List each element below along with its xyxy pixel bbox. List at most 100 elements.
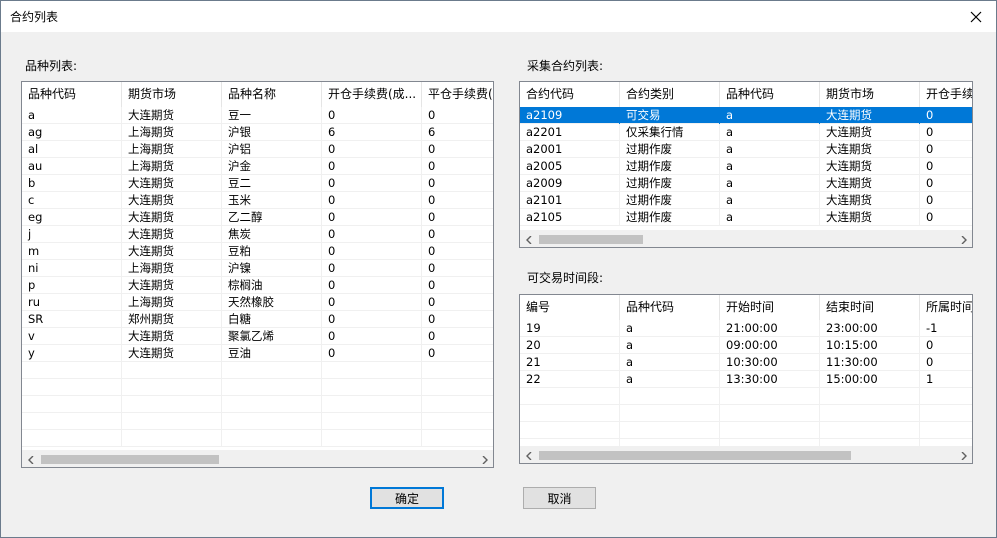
close-button[interactable]	[956, 1, 996, 32]
variety-cell: 上海期货	[122, 141, 222, 158]
variety-cell	[22, 379, 122, 396]
variety-column-header[interactable]: 品种代码	[22, 82, 122, 107]
variety-row[interactable]	[22, 430, 493, 447]
ok-button[interactable]: 确定	[370, 487, 444, 509]
variety-hscrollbar[interactable]	[22, 450, 493, 467]
variety-row[interactable]	[22, 396, 493, 413]
contract-column-header[interactable]: 品种代码	[720, 82, 820, 107]
variety-row[interactable]: ru 上海期货 天然橡胶 0 0	[22, 294, 493, 311]
trading-period-row[interactable]: 21 a 10:30:00 11:30:00 0	[520, 354, 972, 371]
contract-column-header[interactable]: 合约类别	[620, 82, 720, 107]
chevron-right-icon[interactable]	[476, 451, 493, 467]
variety-cell: 玉米	[222, 192, 322, 209]
contract-cell: 大连期货	[820, 209, 920, 226]
contract-cell: 大连期货	[820, 141, 920, 158]
variety-cell: 0	[422, 226, 493, 243]
variety-table[interactable]: 品种代码 期货市场 品种名称 开仓手续费(成... 平仓手续费( a 大连期货 豆一 0 0 ag…	[21, 81, 494, 468]
variety-column-header[interactable]: 品种名称	[222, 82, 322, 107]
variety-row[interactable]: al 上海期货 沪铝 0 0	[22, 141, 493, 158]
contract-cell: a	[720, 192, 820, 209]
trading-period-row[interactable]: 19 a 21:00:00 23:00:00 -1	[520, 320, 972, 337]
variety-column-header[interactable]: 开仓手续费(成...	[322, 82, 422, 107]
trading-period-column-header[interactable]: 结束时间	[820, 295, 920, 320]
variety-row[interactable]: y 大连期货 豆油 0 0	[22, 345, 493, 362]
contract-list-label: 采集合约列表:	[527, 59, 604, 73]
contract-column-header[interactable]: 开仓手续	[920, 82, 972, 107]
variety-cell: 白糖	[222, 311, 322, 328]
trading-period-row[interactable]	[520, 405, 972, 422]
contract-cell: 0	[920, 124, 972, 141]
variety-row[interactable]: m 大连期货 豆粕 0 0	[22, 243, 493, 260]
variety-row[interactable]: eg 大连期货 乙二醇 0 0	[22, 209, 493, 226]
variety-cell	[122, 379, 222, 396]
contract-table[interactable]: 合约代码 合约类别 品种代码 期货市场 开仓手续 a2109 可交易 a 大连期货 0 a2201…	[519, 81, 973, 248]
cancel-button[interactable]: 取消	[523, 487, 596, 509]
variety-cell	[22, 430, 122, 447]
contract-scroll-thumb[interactable]	[539, 235, 643, 244]
contract-row[interactable]: a2101 过期作废 a 大连期货 0	[520, 192, 972, 209]
trading-period-row[interactable]: 22 a 13:30:00 15:00:00 1	[520, 371, 972, 388]
variety-cell: 0	[322, 107, 422, 124]
variety-row[interactable]: v 大连期货 聚氯乙烯 0 0	[22, 328, 493, 345]
variety-row[interactable]: b 大连期货 豆二 0 0	[22, 175, 493, 192]
variety-cell: 0	[322, 294, 422, 311]
variety-scroll-thumb[interactable]	[41, 455, 219, 464]
contract-row[interactable]: a2105 过期作废 a 大连期货 0	[520, 209, 972, 226]
variety-row[interactable]: a 大连期货 豆一 0 0	[22, 107, 493, 124]
contract-row[interactable]: a2109 可交易 a 大连期货 0	[520, 107, 972, 124]
variety-cell: ag	[22, 124, 122, 141]
chevron-right-icon[interactable]	[955, 231, 972, 247]
variety-column-header[interactable]: 期货市场	[122, 82, 222, 107]
variety-table-body: a 大连期货 豆一 0 0 ag 上海期货 沪银 6 6 al 上海期货 沪铝 0 0 au 上海期货 沪金 0 0 b…	[22, 107, 493, 447]
variety-cell: 0	[422, 294, 493, 311]
variety-row[interactable]: ag 上海期货 沪银 6 6	[22, 124, 493, 141]
trading-period-cell: 11:30:00	[820, 354, 920, 371]
trading-period-hscrollbar[interactable]	[520, 446, 972, 463]
variety-row[interactable]: SR 郑州期货 白糖 0 0	[22, 311, 493, 328]
variety-cell	[322, 362, 422, 379]
variety-cell: 0	[322, 192, 422, 209]
trading-period-column-header[interactable]: 所属时间	[920, 295, 972, 320]
variety-row[interactable]: p 大连期货 棕榈油 0 0	[22, 277, 493, 294]
contract-row[interactable]: a2005 过期作废 a 大连期货 0	[520, 158, 972, 175]
chevron-left-icon[interactable]	[520, 231, 537, 247]
trading-period-table[interactable]: 编号 品种代码 开始时间 结束时间 所属时间 19 a 21:00:00 23:00:00 -1…	[519, 294, 973, 464]
contract-column-header[interactable]: 期货市场	[820, 82, 920, 107]
chevron-left-icon[interactable]	[22, 451, 39, 467]
variety-cell: 上海期货	[122, 124, 222, 141]
contract-cell: a2005	[520, 158, 620, 175]
variety-cell: 聚氯乙烯	[222, 328, 322, 345]
variety-cell: 6	[422, 124, 493, 141]
variety-row[interactable]: c 大连期货 玉米 0 0	[22, 192, 493, 209]
contract-hscrollbar[interactable]	[520, 230, 972, 247]
contract-row[interactable]: a2001 过期作废 a 大连期货 0	[520, 141, 972, 158]
variety-row[interactable]	[22, 379, 493, 396]
variety-cell	[22, 396, 122, 413]
contract-table-header: 合约代码 合约类别 品种代码 期货市场 开仓手续	[520, 82, 972, 107]
trading-period-column-header[interactable]: 开始时间	[720, 295, 820, 320]
trading-period-cell: 0	[920, 354, 972, 371]
chevron-right-icon[interactable]	[955, 447, 972, 463]
contract-row[interactable]: a2009 过期作废 a 大连期货 0	[520, 175, 972, 192]
variety-column-header[interactable]: 平仓手续费(	[422, 82, 493, 107]
contract-cell: a2009	[520, 175, 620, 192]
variety-cell: 0	[422, 141, 493, 158]
variety-row[interactable]: ni 上海期货 沪镍 0 0	[22, 260, 493, 277]
trading-period-scroll-thumb[interactable]	[539, 451, 851, 460]
variety-cell: 0	[322, 158, 422, 175]
trading-period-row[interactable]	[520, 388, 972, 405]
variety-row[interactable]: au 上海期货 沪金 0 0	[22, 158, 493, 175]
trading-period-row[interactable]: 20 a 09:00:00 10:15:00 0	[520, 337, 972, 354]
variety-cell	[222, 413, 322, 430]
variety-cell: c	[22, 192, 122, 209]
trading-period-row[interactable]	[520, 422, 972, 439]
chevron-left-icon[interactable]	[520, 447, 537, 463]
contract-column-header[interactable]: 合约代码	[520, 82, 620, 107]
variety-cell	[422, 396, 493, 413]
variety-row[interactable]	[22, 413, 493, 430]
trading-period-column-header[interactable]: 品种代码	[620, 295, 720, 320]
trading-period-column-header[interactable]: 编号	[520, 295, 620, 320]
variety-row[interactable]: j 大连期货 焦炭 0 0	[22, 226, 493, 243]
variety-row[interactable]	[22, 362, 493, 379]
contract-row[interactable]: a2201 仅采集行情 a 大连期货 0	[520, 124, 972, 141]
